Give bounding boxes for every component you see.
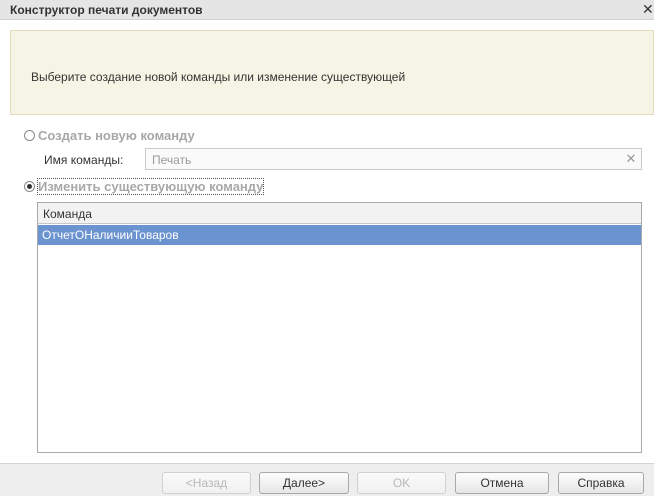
info-text: Выберите создание новой команды или изме… [31, 70, 406, 84]
info-panel: Выберите создание новой команды или изме… [10, 30, 654, 115]
table-cell-command: ОтчетОНаличииТоваров [42, 228, 179, 242]
clear-icon[interactable]: ✕ [623, 151, 639, 167]
command-name-field[interactable]: ✕ [145, 148, 642, 170]
title-bar: Конструктор печати документов ✕ [0, 0, 654, 20]
close-icon[interactable]: ✕ [642, 1, 654, 17]
back-button[interactable]: <Назад [162, 472, 251, 494]
table-header[interactable]: Команда [38, 203, 641, 224]
change-existing-command-option[interactable]: Изменить существующую команду [24, 178, 265, 195]
ok-button[interactable]: OK [357, 472, 446, 494]
button-bar: <Назад Далее> OK Отмена Справка [0, 463, 654, 496]
next-button[interactable]: Далее> [259, 472, 349, 494]
create-new-radio[interactable] [24, 130, 35, 141]
create-new-label: Создать новую команду [38, 128, 195, 143]
change-existing-radio[interactable] [24, 181, 35, 192]
create-new-command-option[interactable]: Создать новую команду [24, 128, 195, 143]
change-existing-label: Изменить существующую команду [36, 178, 265, 195]
commands-table[interactable]: Команда ОтчетОНаличииТоваров [37, 202, 642, 453]
help-button[interactable]: Справка [558, 472, 644, 494]
column-header-command: Команда [43, 207, 92, 221]
cancel-button[interactable]: Отмена [455, 472, 549, 494]
command-name-label: Имя команды: [44, 153, 124, 167]
command-name-input[interactable] [150, 151, 614, 169]
table-row[interactable]: ОтчетОНаличииТоваров [38, 225, 641, 245]
window-title: Конструктор печати документов [10, 3, 203, 17]
